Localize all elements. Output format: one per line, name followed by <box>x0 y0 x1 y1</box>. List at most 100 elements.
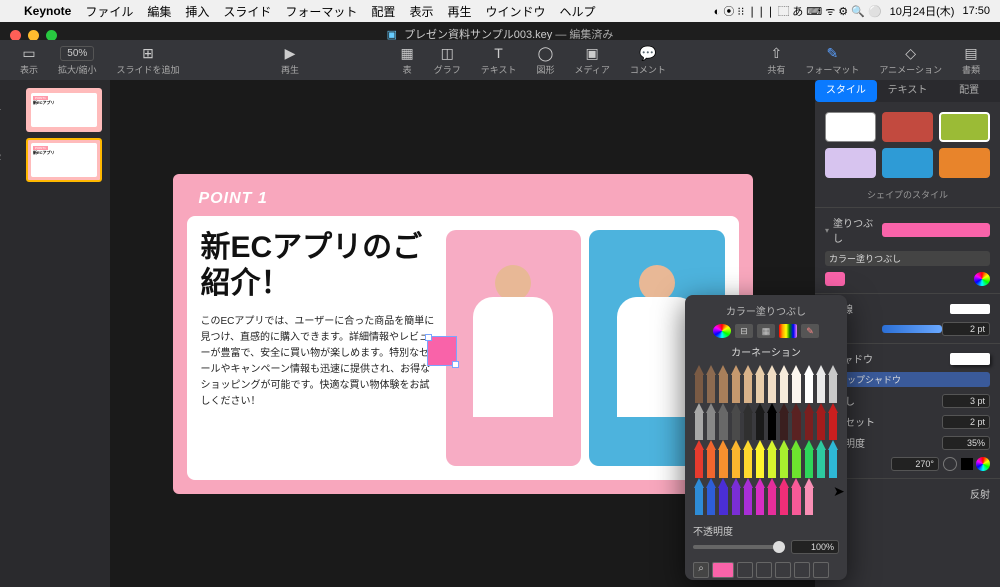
saved-swatch[interactable] <box>813 562 829 578</box>
slide-thumb-1[interactable]: POINT1新ECアプリ <box>26 88 102 132</box>
style-swatch[interactable] <box>939 148 990 178</box>
pencil-color[interactable] <box>766 403 778 441</box>
opacity-field[interactable]: 35% <box>942 436 990 450</box>
pencil-color[interactable] <box>717 440 729 478</box>
pencil-color[interactable] <box>803 440 815 478</box>
pencil-color[interactable] <box>693 403 705 441</box>
current-color-swatch[interactable] <box>712 562 734 578</box>
format-pane-button[interactable]: ✎フォーマット <box>805 44 859 76</box>
view-button[interactable]: ▭表示 <box>20 44 38 76</box>
pencil-color[interactable] <box>717 365 729 403</box>
pencil-color[interactable] <box>827 403 839 441</box>
pencil-color[interactable] <box>778 478 790 516</box>
pencil-color[interactable] <box>754 365 766 403</box>
pencil-color[interactable] <box>803 478 815 516</box>
selected-shape[interactable] <box>427 336 457 366</box>
pencil-color[interactable] <box>705 478 717 516</box>
pencil-color[interactable] <box>754 403 766 441</box>
style-swatch[interactable] <box>882 112 933 142</box>
menu-slide[interactable]: スライド <box>223 3 271 20</box>
point-badge[interactable]: POINT 1 <box>187 188 280 210</box>
shadow-color-swatch[interactable] <box>961 458 973 470</box>
slide-thumb-2[interactable]: POINT1新ECアプリ <box>26 138 102 182</box>
media-button[interactable]: ▣メディア <box>574 44 609 76</box>
pencil-color[interactable] <box>705 440 717 478</box>
pencil-color[interactable] <box>730 478 742 516</box>
menu-insert[interactable]: 挿入 <box>185 3 209 20</box>
eyedropper-icon[interactable]: ⌕ <box>693 562 709 578</box>
angle-field[interactable]: 270° <box>891 457 939 471</box>
pencil-color[interactable] <box>730 403 742 441</box>
pencil-color[interactable] <box>790 478 802 516</box>
pencil-color[interactable] <box>766 478 778 516</box>
menu-format[interactable]: フォーマット <box>285 3 357 20</box>
animate-pane-button[interactable]: ◇アニメーション <box>879 44 942 76</box>
pencil-color[interactable] <box>790 403 802 441</box>
saved-swatch[interactable] <box>775 562 791 578</box>
pencil-color[interactable] <box>717 403 729 441</box>
saved-swatch[interactable] <box>794 562 810 578</box>
pencil-color[interactable] <box>742 440 754 478</box>
pencil-color[interactable] <box>742 478 754 516</box>
pencil-color[interactable] <box>693 365 705 403</box>
angle-dial[interactable] <box>943 457 957 471</box>
pencil-color[interactable] <box>778 403 790 441</box>
color-wheel-mode-icon[interactable] <box>713 324 731 338</box>
chevron-down-icon[interactable]: ▾ <box>825 226 829 235</box>
pencil-color[interactable] <box>742 365 754 403</box>
pencil-color[interactable] <box>815 403 827 441</box>
pencil-color[interactable] <box>693 440 705 478</box>
offset-field[interactable]: 2 pt <box>942 415 990 429</box>
color-sliders-mode-icon[interactable]: ⊟ <box>735 324 753 338</box>
menu-arrange[interactable]: 配置 <box>371 3 395 20</box>
comment-button[interactable]: 💬コメント <box>630 44 666 76</box>
pencil-color[interactable] <box>717 478 729 516</box>
stroke-width-field[interactable]: 2 pt <box>942 322 990 336</box>
style-swatch[interactable] <box>825 112 876 142</box>
fill-color-swatch[interactable] <box>882 223 990 237</box>
menu-window[interactable]: ウインドウ <box>485 3 545 20</box>
pencil-color[interactable] <box>827 440 839 478</box>
saved-swatch[interactable] <box>756 562 772 578</box>
tab-layout[interactable]: 配置 <box>938 80 1000 102</box>
color-pencils-mode-icon[interactable]: ✎ <box>801 324 819 338</box>
pencil-color[interactable] <box>790 365 802 403</box>
stroke-preview[interactable] <box>950 304 990 314</box>
slide[interactable]: POINT 1 新ECアプリのご紹介！ このECアプリでは、ユーザーに合った商品… <box>173 174 753 494</box>
stroke-style[interactable] <box>882 325 942 333</box>
menu-view[interactable]: 表示 <box>409 3 433 20</box>
content-card[interactable]: 新ECアプリのご紹介！ このECアプリでは、ユーザーに合った商品を簡単に見つけ、… <box>187 216 739 480</box>
zoom-select[interactable]: 50%拡大/縮小 <box>58 44 97 76</box>
opacity-slider[interactable]: 100% <box>693 540 839 554</box>
saved-swatch[interactable] <box>737 562 753 578</box>
color-spectrum-mode-icon[interactable] <box>779 324 797 338</box>
share-button[interactable]: ⇧共有 <box>767 44 785 76</box>
chart-button[interactable]: ◫グラフ <box>434 44 461 76</box>
pencil-color[interactable] <box>815 440 827 478</box>
tab-text[interactable]: テキスト <box>877 80 939 102</box>
pencil-color[interactable] <box>705 365 717 403</box>
slide-body[interactable]: このECアプリでは、ユーザーに合った商品を簡単に見つけ、直感的に購入できます。詳… <box>201 314 436 410</box>
shape-button[interactable]: ◯図形 <box>536 44 554 76</box>
pencil-color[interactable] <box>693 478 705 516</box>
pencil-color[interactable] <box>730 365 742 403</box>
color-wheel-icon[interactable] <box>976 457 990 471</box>
pencil-color[interactable] <box>778 365 790 403</box>
document-pane-button[interactable]: ▤書類 <box>962 44 980 76</box>
image-left[interactable] <box>446 230 582 466</box>
pencil-color[interactable] <box>766 440 778 478</box>
style-swatch[interactable] <box>882 148 933 178</box>
pencil-color[interactable] <box>790 440 802 478</box>
pencil-color[interactable] <box>730 440 742 478</box>
pencil-color[interactable] <box>766 365 778 403</box>
pencil-color[interactable] <box>803 365 815 403</box>
blur-field[interactable]: 3 pt <box>942 394 990 408</box>
pencil-color[interactable] <box>742 403 754 441</box>
play-button[interactable]: ▶再生 <box>281 44 299 76</box>
pencil-color[interactable] <box>803 403 815 441</box>
tab-style[interactable]: スタイル <box>815 80 877 102</box>
pencil-color[interactable] <box>827 365 839 403</box>
color-palette-mode-icon[interactable]: ▦ <box>757 324 775 338</box>
opacity-value[interactable]: 100% <box>791 540 839 554</box>
slide-title[interactable]: 新ECアプリのご紹介！ <box>201 230 436 302</box>
